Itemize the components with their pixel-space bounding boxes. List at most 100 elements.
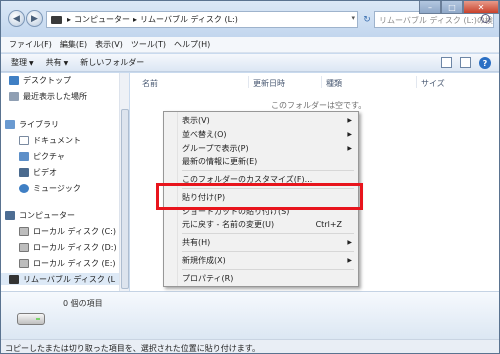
refresh-button[interactable]: ↻ <box>360 11 374 28</box>
paste-highlight-box <box>156 183 363 210</box>
nav-item-libraries[interactable]: ライブラリ <box>5 118 59 130</box>
toolbar-icons: ? <box>441 57 491 69</box>
title-bar: ◀ ▶ ▸ コンピューター ▸ リムーバブル ディスク (L:) ▾ ↻ リムー… <box>1 1 499 37</box>
pictures-icon <box>19 151 29 161</box>
ctx-separator <box>182 269 354 270</box>
ctx-label: 表示(V) <box>182 116 210 125</box>
history-dropdown-icon[interactable]: ▾ <box>351 14 355 22</box>
column-header-type[interactable]: 種類 <box>326 78 342 89</box>
menu-help[interactable]: ヘルプ(H) <box>170 39 214 50</box>
chevron-down-icon: ▼ <box>63 60 69 67</box>
column-header-size[interactable]: サイズ <box>421 78 445 89</box>
preview-pane-icon[interactable] <box>460 57 471 68</box>
ctx-view[interactable]: 表示(V) ▶ <box>182 114 354 127</box>
nav-label: 最近表示した場所 <box>23 91 87 101</box>
drive-icon <box>51 15 62 24</box>
ctx-share[interactable]: 共有(H) ▶ <box>182 236 354 249</box>
nav-label: リムーバブル ディスク (L <box>23 274 116 284</box>
nav-item-documents[interactable]: ドキュメント <box>19 134 81 146</box>
ctx-label: 並べ替え(O) <box>182 130 227 139</box>
back-button[interactable]: ◀ <box>8 10 25 27</box>
computer-icon <box>5 210 15 220</box>
close-icon: ✕ <box>477 2 485 12</box>
nav-item-drive-l[interactable]: リムーバブル ディスク (L <box>1 273 119 285</box>
nav-item-recent-places[interactable]: 最近表示した場所 <box>9 90 87 102</box>
libraries-icon <box>5 119 15 129</box>
submenu-arrow-icon: ▶ <box>347 257 352 264</box>
breadcrumb-computer[interactable]: コンピューター <box>74 14 130 25</box>
nav-label: ビデオ <box>33 167 57 177</box>
ctx-refresh[interactable]: 最新の情報に更新(E) <box>182 155 354 168</box>
menu-tools[interactable]: ツール(T) <box>127 39 170 50</box>
nav-label: コンピューター <box>19 210 75 220</box>
nav-label: ドキュメント <box>33 135 81 145</box>
submenu-arrow-icon: ▶ <box>347 131 352 138</box>
nav-item-drive-c[interactable]: ローカル ディスク (C:) <box>19 225 116 237</box>
music-icon <box>19 183 29 193</box>
removable-drive-icon <box>9 274 19 284</box>
nav-item-music[interactable]: ミュージック <box>19 182 81 194</box>
ctx-label: グループで表示(P) <box>182 144 249 153</box>
ctx-properties[interactable]: プロパティ(R) <box>182 272 354 285</box>
ctx-separator <box>182 251 354 252</box>
removable-drive-icon <box>17 313 45 325</box>
maximize-button[interactable]: □ <box>441 1 463 14</box>
organize-button[interactable]: 整理 ▼ <box>11 57 34 68</box>
chevron-down-icon: ▼ <box>29 60 34 67</box>
ctx-label: 新規作成(X) <box>182 256 226 265</box>
menu-edit[interactable]: 編集(E) <box>56 39 91 50</box>
back-arrow-icon: ◀ <box>13 13 20 24</box>
breadcrumb-drive[interactable]: リムーバブル ディスク (L:) <box>140 14 238 25</box>
nav-scrollbar[interactable] <box>119 73 129 291</box>
explorer-window: ◀ ▶ ▸ コンピューター ▸ リムーバブル ディスク (L:) ▾ ↻ リムー… <box>0 0 500 354</box>
submenu-arrow-icon: ▶ <box>347 145 352 152</box>
desktop-icon <box>9 75 19 85</box>
share-label: 共有 <box>45 58 62 67</box>
address-separator: ▸ <box>67 15 72 24</box>
share-button[interactable]: 共有 ▼ <box>46 57 69 68</box>
ctx-separator <box>182 233 354 234</box>
new-folder-button[interactable]: 新しいフォルダー <box>80 57 144 68</box>
column-separator[interactable] <box>416 76 417 88</box>
ctx-new[interactable]: 新規作成(X) ▶ <box>182 254 354 267</box>
maximize-icon: □ <box>448 2 456 12</box>
nav-item-drive-d[interactable]: ローカル ディスク (D:) <box>19 241 117 253</box>
column-separator[interactable] <box>248 76 249 88</box>
column-separator[interactable] <box>321 76 322 88</box>
ctx-undo[interactable]: 元に戻す - 名前の変更(U) Ctrl+Z <box>182 218 354 231</box>
forward-button[interactable]: ▶ <box>26 10 43 27</box>
status-bar: コピーしたまたは切り取った項目を、選択された位置に貼り付けます。 <box>1 339 499 353</box>
column-header-modified[interactable]: 更新日時 <box>253 78 285 89</box>
menu-view[interactable]: 表示(V) <box>91 39 127 50</box>
nav-label: デスクトップ <box>23 75 71 85</box>
hard-drive-icon <box>19 258 29 268</box>
nav-item-desktop[interactable]: デスクトップ <box>9 74 71 86</box>
nav-item-videos[interactable]: ビデオ <box>19 166 57 178</box>
nav-label: ローカル ディスク (D:) <box>33 242 117 252</box>
ctx-group[interactable]: グループで表示(P) ▶ <box>182 142 354 155</box>
minimize-button[interactable]: – <box>419 1 441 14</box>
ctx-shortcut: Ctrl+Z <box>315 220 342 229</box>
nav-label: ピクチャ <box>33 151 65 161</box>
nav-label: ミュージック <box>33 183 81 193</box>
nav-item-pictures[interactable]: ピクチャ <box>19 150 65 162</box>
view-options-icon[interactable] <box>441 57 452 68</box>
nav-scroll-thumb[interactable] <box>121 109 129 289</box>
details-pane: 0 個の項目 <box>1 291 499 339</box>
command-bar: 整理 ▼ 共有 ▼ 新しいフォルダー ? <box>1 54 499 72</box>
close-button[interactable]: ✕ <box>463 1 499 14</box>
window-controls: – □ ✕ <box>419 1 499 14</box>
menu-file[interactable]: ファイル(F) <box>5 39 56 50</box>
refresh-icon: ↻ <box>363 14 371 25</box>
item-count: 0 個の項目 <box>63 299 103 308</box>
recent-places-icon <box>9 91 19 101</box>
ctx-label: 元に戻す - 名前の変更(U) <box>182 220 275 229</box>
help-icon[interactable]: ? <box>479 57 491 69</box>
column-header-name[interactable]: 名前 <box>142 78 158 89</box>
nav-item-drive-e[interactable]: ローカル ディスク (E:) <box>19 257 116 269</box>
address-bar[interactable]: ▸ コンピューター ▸ リムーバブル ディスク (L:) ▾ <box>46 11 358 28</box>
submenu-arrow-icon: ▶ <box>347 117 352 124</box>
nav-item-computer[interactable]: コンピューター <box>5 209 75 221</box>
ctx-sort[interactable]: 並べ替え(O) ▶ <box>182 128 354 141</box>
address-separator: ▸ <box>133 15 138 24</box>
